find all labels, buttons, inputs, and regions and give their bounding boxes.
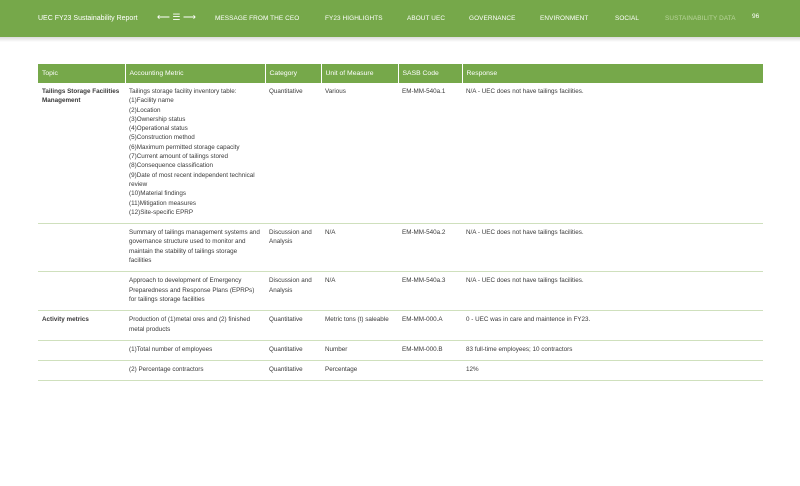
response-cell: 0 - UEC was in care and maintence in FY2… [462,310,763,341]
metric-line: (12)Site-specific EPRP [129,208,194,216]
metric-line: (2)Location [129,106,161,114]
metric-line: (9)Date of most recent independent techn… [129,171,255,188]
table-row: Approach to development of Emergency Pre… [38,271,763,312]
table-row: Activity metrics Production of (1)metal … [38,310,763,341]
metric-line: (11)Mitigation measures [129,199,197,207]
metric-cell: Production of (1)metal ores and (2) fini… [125,310,265,341]
sasb-code-cell: EM-MM-540a.3 [398,271,462,312]
metric-line: (1)Facility name [129,97,174,105]
sasb-metrics-table: Topic Accounting Metric Category Unit of… [38,64,763,382]
unit-cell: N/A [321,223,398,273]
metric-line: (7)Current amount of tailings stored [129,153,229,161]
column-header-category: Category [264,64,321,83]
nav-item-message-from-ceo[interactable]: MESSAGE FROM THE CEO [215,15,299,22]
category-cell: Quantitative [265,360,321,382]
metric-cell: Approach to development of Emergency Pre… [125,271,265,312]
metric-cell: Tailings storage facility inventory tabl… [125,83,265,225]
metric-cell: (1)Total number of employees [125,340,265,362]
table-row: (1)Total number of employees Quantitativ… [38,340,763,362]
table-row: Tailings Storage Facilities Management T… [38,83,763,225]
sasb-code-cell [398,360,462,382]
column-header-response: Response [461,64,763,83]
nav-item-sustainability-data[interactable]: SUSTAINABILITY DATA [665,15,736,22]
sasb-code-cell: EM-MM-540a.2 [398,223,462,273]
response-cell: 12% [462,360,763,382]
column-header-topic: Topic [38,64,125,83]
column-header-accounting-metric: Accounting Metric [124,64,265,83]
metric-line: (10)Material findings [129,190,187,198]
nav-arrows-icon[interactable]: ⟵ ☰ ⟶ [157,12,196,23]
nav-item-social[interactable]: SOCIAL [615,15,639,22]
topic-cell: Tailings Storage Facilities Management [38,83,125,225]
metric-line: (6)Maximum permitted storage capacity [129,143,240,151]
topic-cell [38,340,125,362]
unit-cell: Number [321,340,398,362]
category-cell: Quantitative [265,83,321,225]
metric-line: (3)Ownership status [129,115,186,123]
category-cell: Quantitative [265,340,321,362]
response-cell: N/A - UEC does not have tailings facilit… [462,271,763,312]
nav-item-fy23-highlights[interactable]: FY23 HIGHLIGHTS [325,15,383,22]
response-cell: 83 full-time employees; 10 contractors [462,340,763,362]
sasb-code-cell: EM-MM-000.A [398,310,462,341]
sasb-code-cell: EM-MM-540a.1 [398,83,462,225]
unit-cell: N/A [321,271,398,312]
unit-cell: Various [321,83,398,225]
sasb-code-cell: EM-MM-000.B [398,340,462,362]
metric-line: (4)Operational status [129,125,188,133]
nav-item-environment[interactable]: ENVIRONMENT [540,15,588,22]
page-number: 96 [752,13,760,20]
unit-cell: Metric tons (t) saleable [321,310,398,341]
category-cell: Quantitative [265,310,321,341]
column-header-unit-of-measure: Unit of Measure [320,64,398,83]
category-cell: Discussion and Analysis [265,271,321,312]
metric-line: (5)Construction method [129,134,195,142]
report-title[interactable]: UEC FY23 Sustainability Report [38,15,138,22]
table-row: Summary of tailings management systems a… [38,223,763,273]
header-shadow [0,37,800,42]
topic-cell [38,271,125,312]
category-cell: Discussion and Analysis [265,223,321,273]
response-cell: N/A - UEC does not have tailings facilit… [462,223,763,273]
metric-line: Tailings storage facility inventory tabl… [129,88,237,95]
nav-item-governance[interactable]: GOVERNANCE [469,15,515,22]
topic-cell [38,223,125,273]
response-cell: N/A - UEC does not have tailings facilit… [462,83,763,225]
unit-cell: Percentage [321,360,398,382]
metric-cell: Summary of tailings management systems a… [125,223,265,273]
column-header-sasb-code: SASB Code [397,64,462,83]
metric-cell: (2) Percentage contractors [125,360,265,382]
nav-item-about-uec[interactable]: ABOUT UEC [407,15,445,22]
topic-cell [38,360,125,382]
metric-line: (8)Consequence classification [129,162,214,170]
topic-cell: Activity metrics [38,310,125,341]
table-row: (2) Percentage contractors Quantitative … [38,360,763,382]
table-header-row: Topic Accounting Metric Category Unit of… [38,64,763,83]
